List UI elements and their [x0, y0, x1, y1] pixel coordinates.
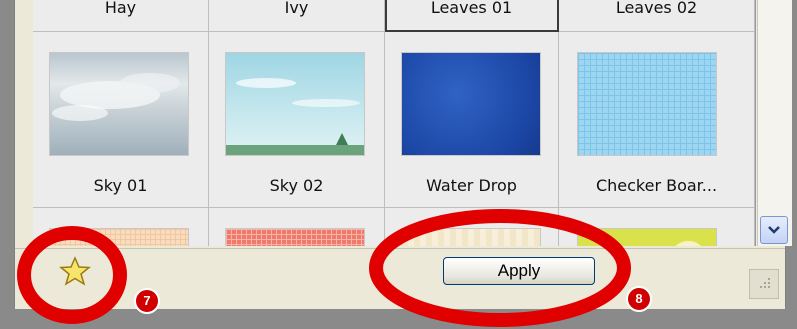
apply-button[interactable]: Apply — [443, 257, 595, 285]
pattern-cell-partial[interactable] — [385, 208, 559, 246]
water-drop-thumbnail — [401, 52, 541, 156]
pattern-cell-checker-board[interactable]: Checker Boar... — [559, 32, 755, 208]
resize-grip-icon — [760, 278, 770, 288]
star-icon[interactable] — [59, 255, 91, 287]
pattern-cell-sky-02[interactable]: Sky 02 — [209, 32, 385, 208]
bottom-toolbar: Apply — [15, 248, 785, 309]
pattern-label: Checker Boar... — [595, 176, 718, 195]
vertical-scrollbar[interactable] — [757, 0, 792, 246]
pattern-grid: Hay Ivy Leaves 01 Leaves 02 Sky 01 Sky 0… — [33, 0, 756, 246]
pattern-label: Hay — [104, 0, 137, 17]
resize-grip[interactable] — [749, 269, 779, 299]
pattern-cell-water-drop[interactable]: Water Drop — [385, 32, 559, 208]
sky-cloudy-thumbnail — [49, 52, 189, 156]
checker-board-thumbnail — [577, 52, 717, 156]
pattern-cell-ivy[interactable]: Ivy — [209, 0, 385, 32]
callout-badge-8: 8 — [626, 286, 652, 312]
pattern-cell-leaves-02[interactable]: Leaves 02 — [559, 0, 755, 32]
pattern-cell-hay[interactable]: Hay — [33, 0, 209, 32]
pattern-label: Water Drop — [426, 176, 517, 195]
pattern-label: Leaves 01 — [430, 0, 513, 17]
pale-stripes-thumbnail — [401, 228, 541, 246]
yellow-green-thumbnail — [577, 228, 717, 246]
pattern-cell-sky-01[interactable]: Sky 01 — [33, 32, 209, 208]
red-grid-thumbnail — [225, 228, 365, 246]
scroll-down-button[interactable] — [760, 216, 788, 244]
pattern-label: Sky 02 — [269, 176, 324, 195]
pattern-label: Sky 01 — [93, 176, 148, 195]
pattern-cell-leaves-01[interactable]: Leaves 01 — [385, 0, 559, 32]
pattern-label: Ivy — [284, 0, 309, 17]
pattern-cell-partial[interactable] — [33, 208, 209, 246]
chevron-down-icon — [768, 226, 780, 234]
pattern-cell-partial[interactable] — [559, 208, 755, 246]
peach-grid-thumbnail — [49, 228, 189, 246]
pattern-picker-window: Hay Ivy Leaves 01 Leaves 02 Sky 01 Sky 0… — [14, 0, 792, 309]
pattern-label: Leaves 02 — [615, 0, 698, 17]
callout-badge-7: 7 — [134, 288, 160, 314]
sky-landscape-thumbnail — [225, 52, 365, 156]
pattern-cell-partial[interactable] — [209, 208, 385, 246]
